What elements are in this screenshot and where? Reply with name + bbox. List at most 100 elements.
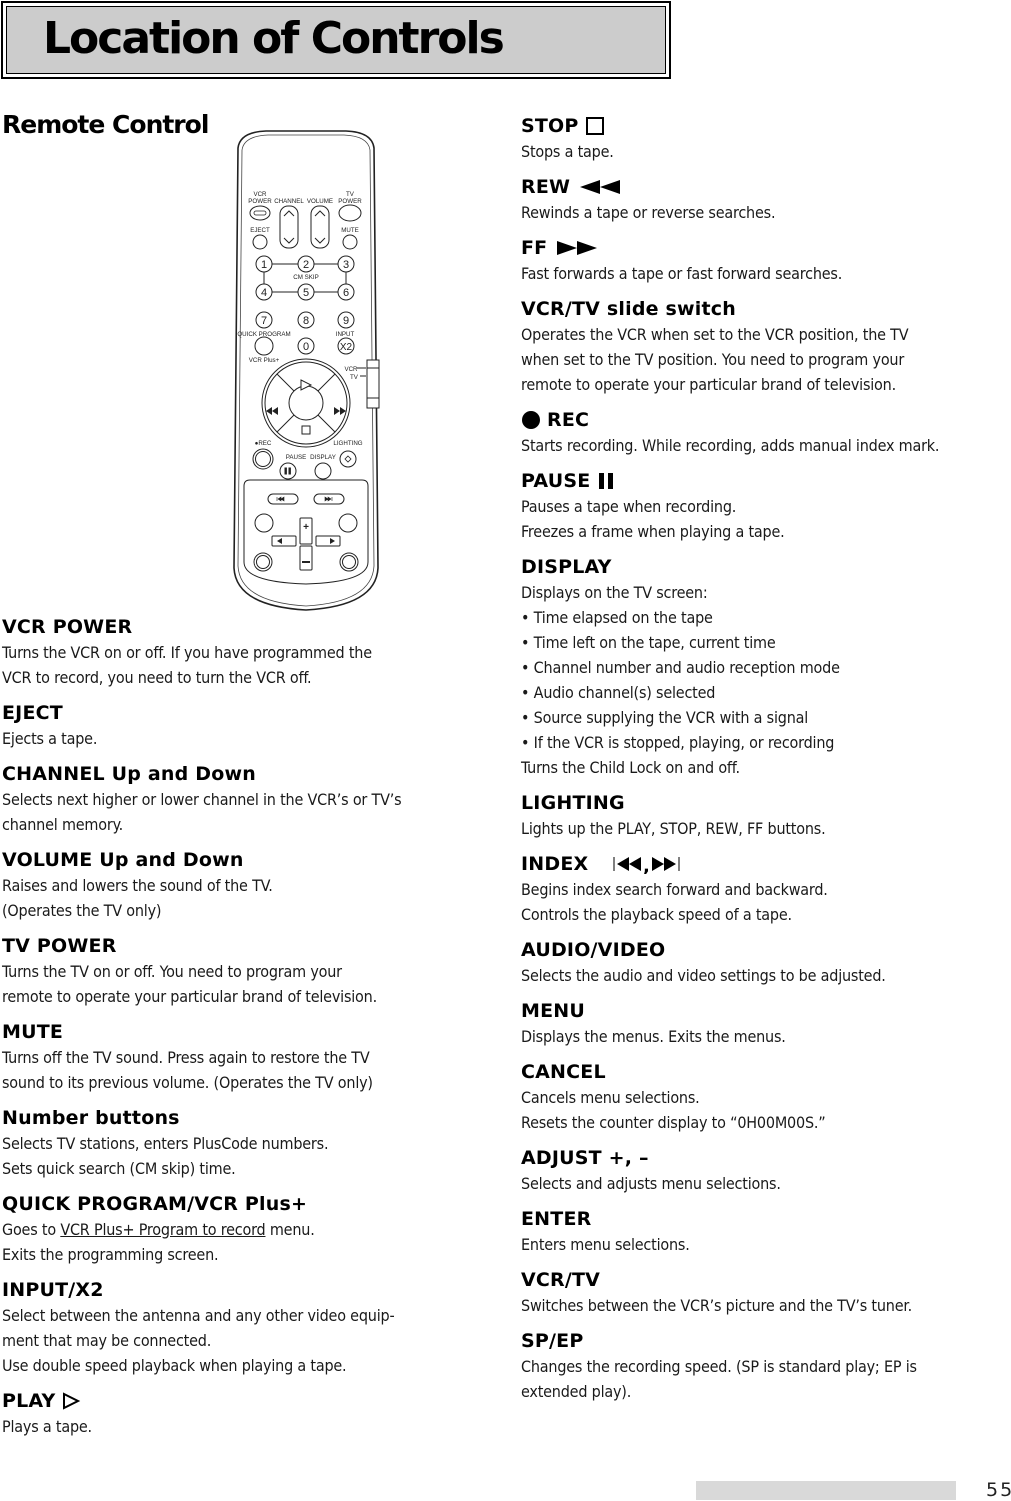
- control-heading-text: VCR POWER: [2, 616, 133, 638]
- remote-control-diagram: VCR POWER CHANNEL VOLUME TV POWER EJECT …: [226, 128, 386, 613]
- number-button-label: 4: [261, 287, 267, 299]
- control-description: Selects TV stations, enters PlusCode num…: [2, 1134, 329, 1153]
- vcr-tv-slide-switch[interactable]: [366, 359, 380, 409]
- control-heading-text: VOLUME Up and Down: [2, 849, 244, 871]
- control-entry: VCR/TV Switches between the VCR’s picture…: [521, 1267, 1009, 1318]
- page-number: 55: [986, 1479, 1011, 1501]
- number-button-label: 0: [303, 341, 309, 353]
- left-column: VCR POWER Turns the VCR on or off. If you…: [2, 614, 497, 1449]
- number-button-label: 3: [343, 259, 349, 271]
- adjust-minus-button[interactable]: [299, 545, 313, 571]
- mute-button[interactable]: [342, 234, 358, 250]
- fast-forward-icon: [553, 239, 601, 257]
- number-button-label: 9: [343, 315, 349, 327]
- center-button[interactable]: [288, 385, 324, 421]
- stop-icon: [585, 116, 605, 136]
- label-tv-power-1: TV: [346, 191, 355, 198]
- description-text: Goes to: [2, 1220, 61, 1239]
- control-entry: Number buttons Selects TV stations, enter…: [2, 1105, 497, 1181]
- number-button-label: 2: [303, 259, 309, 271]
- section-title: Remote Control: [2, 110, 209, 139]
- control-heading-text: DISPLAY: [521, 556, 612, 578]
- control-entry: LIGHTING Lights up the PLAY, STOP, REW, F…: [521, 790, 1009, 841]
- label-tv-switch: TV: [350, 374, 359, 381]
- control-entry: PAUSE Pauses a tape when recording. Freeze…: [521, 468, 1009, 544]
- page-title-box: Location of Controls: [1, 1, 671, 79]
- control-heading: MENU: [521, 998, 1009, 1024]
- stop-button-glyph[interactable]: [301, 425, 311, 435]
- control-description: Selects the audio and video settings to …: [521, 966, 886, 985]
- control-entry: STOP Stops a tape.: [521, 113, 1009, 164]
- control-description: Controls the playback speed of a tape.: [521, 905, 792, 924]
- control-heading-text: VCR/TV slide switch: [521, 298, 736, 320]
- control-heading-text: CHANNEL Up and Down: [2, 763, 256, 785]
- control-entry: SP/EP Changes the recording speed. (SP is…: [521, 1328, 1009, 1404]
- cancel-button[interactable]: [271, 535, 297, 547]
- bullet-item: Audio channel(s) selected: [521, 680, 1009, 705]
- remote-control-svg: VCR POWER CHANNEL VOLUME TV POWER EJECT …: [233, 130, 380, 611]
- label-pause: PAUSE: [286, 454, 307, 461]
- control-heading: FF: [521, 235, 1009, 261]
- label-tv-power-2: POWER: [338, 198, 362, 205]
- label-mute: MUTE: [341, 227, 359, 234]
- number-button-label: 7: [261, 315, 267, 327]
- control-description: Plays a tape.: [2, 1417, 92, 1436]
- control-description: channel memory.: [2, 815, 123, 834]
- control-heading: AUDIO/VIDEO: [521, 937, 1009, 963]
- menu-button[interactable]: [338, 513, 358, 533]
- eject-button[interactable]: [252, 234, 268, 250]
- record-icon: [521, 410, 541, 430]
- control-entry: CHANNEL Up and Down Selects next higher o…: [2, 761, 497, 837]
- pause-button[interactable]: [279, 462, 297, 480]
- control-heading: VCR/TV slide switch: [521, 296, 1009, 322]
- control-entry: CANCEL Cancels menu selections. Resets the…: [521, 1059, 1009, 1135]
- audio-video-button[interactable]: [254, 513, 274, 533]
- control-entry: DISPLAY Displays on the TV screen: Time el…: [521, 554, 1009, 780]
- control-description: Cancels menu selections.: [521, 1088, 700, 1107]
- control-heading-text: FF: [521, 237, 548, 259]
- control-description: Goes to VCR Plus+ Program to record menu…: [2, 1217, 497, 1242]
- enter-button[interactable]: [315, 535, 341, 547]
- control-entry: MENU Displays the menus. Exits the menus.: [521, 998, 1009, 1049]
- control-heading-text: Number buttons: [2, 1107, 180, 1129]
- control-heading-text: STOP: [521, 115, 579, 137]
- control-description: Selects and adjusts menu selections.: [521, 1174, 781, 1193]
- control-description: Starts recording. While recording, adds …: [521, 436, 940, 455]
- quick-program-button[interactable]: [254, 336, 274, 356]
- description-text: menu.: [265, 1220, 315, 1239]
- page-title: Location of Controls: [43, 13, 505, 64]
- control-heading-text: MENU: [521, 1000, 586, 1022]
- control-heading: EJECT: [2, 700, 497, 726]
- control-entry: FF Fast forwards a tape or fast forward s…: [521, 235, 1009, 286]
- control-entry: VCR POWER Turns the VCR on or off. If you…: [2, 614, 497, 690]
- control-description: remote to operate your particular brand …: [2, 987, 377, 1006]
- bullet-item: Source supplying the VCR with a signal: [521, 705, 1009, 730]
- display-button[interactable]: [314, 462, 332, 480]
- label-input: INPUT: [336, 331, 355, 338]
- control-description: Enters menu selections.: [521, 1235, 690, 1254]
- lighting-button[interactable]: [339, 450, 357, 468]
- control-heading-text: ENTER: [521, 1208, 592, 1230]
- play-icon: [61, 1392, 81, 1410]
- control-heading: VOLUME Up and Down: [2, 847, 497, 873]
- label-display: DISPLAY: [310, 454, 336, 461]
- number-button-label: 1: [261, 259, 267, 271]
- bullet-text: If the VCR is stopped, playing, or recor…: [533, 733, 835, 752]
- control-heading: QUICK PROGRAM/VCR Plus+: [2, 1191, 497, 1217]
- control-entry: ADJUST +, – Selects and adjusts menu sele…: [521, 1145, 1009, 1196]
- control-description: Turns off the TV sound. Press again to r…: [2, 1048, 370, 1067]
- control-entry: ENTER Enters menu selections.: [521, 1206, 1009, 1257]
- control-description: Stops a tape.: [521, 142, 614, 161]
- volume-rocker[interactable]: [310, 205, 330, 249]
- control-heading-text: PAUSE: [521, 470, 591, 492]
- control-entry: REC Starts recording. While recording, ad…: [521, 407, 1009, 458]
- control-heading: PLAY: [2, 1388, 497, 1414]
- channel-rocker[interactable]: [279, 205, 299, 249]
- control-heading: ADJUST +, –: [521, 1145, 1009, 1171]
- vcr-power-button[interactable]: [249, 205, 271, 221]
- tv-power-button[interactable]: [338, 204, 362, 222]
- bullet-text: Time left on the tape, current time: [533, 633, 776, 652]
- label-rec: ●REC: [255, 440, 272, 447]
- control-description: Turns the TV on or off. You need to prog…: [2, 962, 342, 981]
- control-entry: MUTE Turns off the TV sound. Press again …: [2, 1019, 497, 1095]
